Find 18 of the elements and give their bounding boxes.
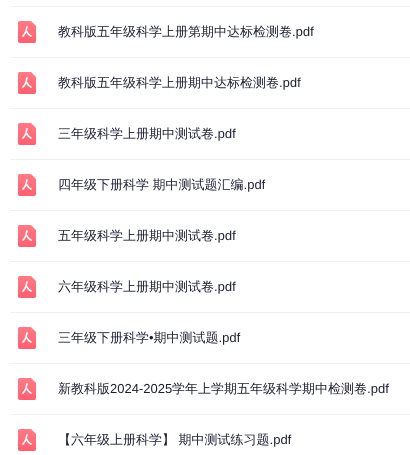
pdf-file-icon bbox=[18, 276, 36, 298]
file-name[interactable]: 四年级下册科学 期中测试题汇编.pdf bbox=[58, 175, 266, 195]
file-name[interactable]: 【六年级上册科学】 期中测试练习题.pdf bbox=[58, 430, 292, 450]
pdf-file-icon bbox=[18, 123, 36, 145]
pdf-file-icon bbox=[18, 21, 36, 43]
file-name[interactable]: 三年级科学上册期中测试卷.pdf bbox=[58, 124, 236, 144]
file-name[interactable]: 教科版五年级科学上册期中达标检测卷.pdf bbox=[58, 73, 301, 93]
pdf-file-icon bbox=[18, 225, 36, 247]
file-name[interactable]: 新教科版2024-2025学年上学期五年级科学期中检测卷.pdf bbox=[58, 379, 389, 399]
pdf-file-icon bbox=[18, 429, 36, 451]
file-name[interactable]: 教科版五年级科学上册第期中达标检测卷.pdf bbox=[58, 22, 314, 42]
pdf-file-icon bbox=[18, 327, 36, 349]
pdf-file-icon bbox=[18, 72, 36, 94]
pdf-file-icon bbox=[18, 378, 36, 400]
pdf-file-icon bbox=[18, 174, 36, 196]
file-name[interactable]: 六年级科学上册期中测试卷.pdf bbox=[58, 277, 236, 297]
file-name[interactable]: 五年级科学上册期中测试卷.pdf bbox=[58, 226, 236, 246]
file-name[interactable]: 三年级下册科学•期中测试题.pdf bbox=[58, 328, 240, 348]
